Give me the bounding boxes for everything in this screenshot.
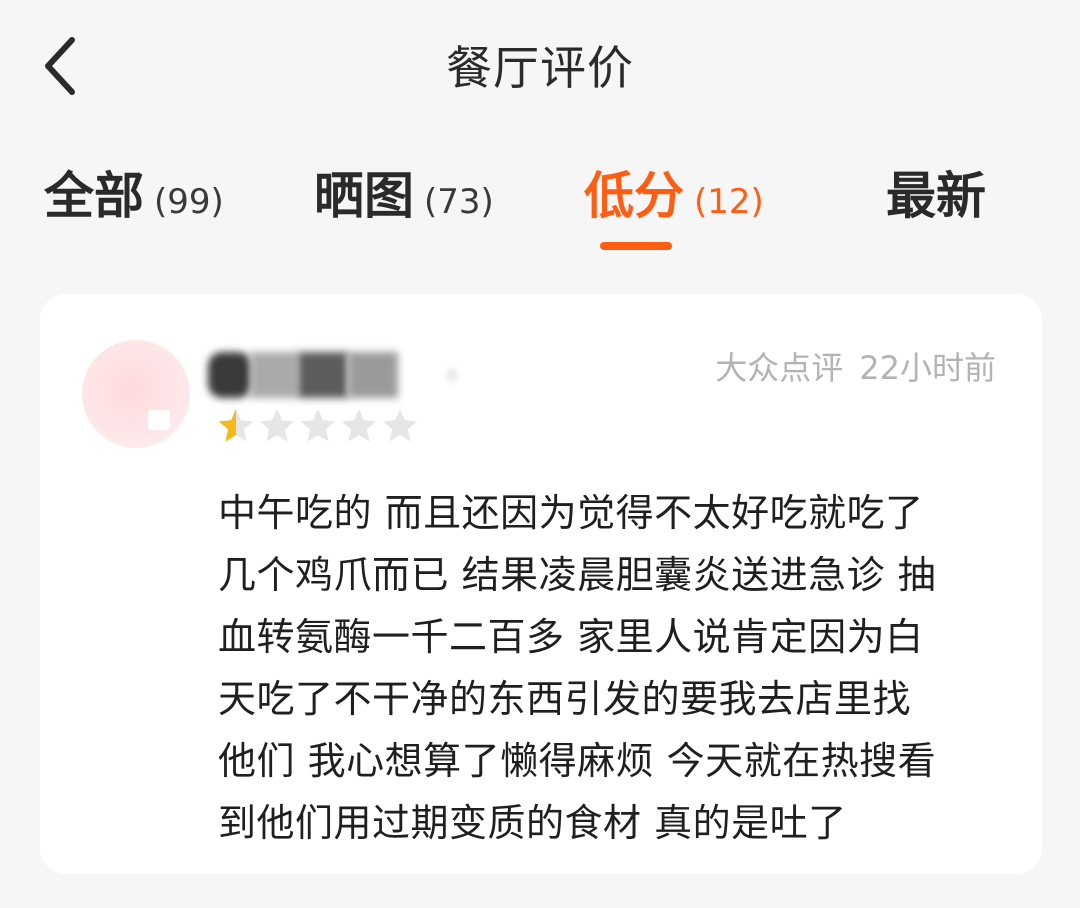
review-filter-tabs: 全部 (99) 晒图 (73) 低分 (12) 最新 <box>0 160 1080 260</box>
star-rating <box>216 406 421 446</box>
blur-segment <box>298 352 348 398</box>
star-empty-icon <box>257 406 297 446</box>
review-text-line: 他们 我心想算了懒得麻烦 今天就在热搜看 <box>218 739 937 783</box>
star-empty-icon <box>380 406 420 446</box>
avatar[interactable] <box>82 340 190 448</box>
username-blurred[interactable] <box>202 352 456 398</box>
blur-segment <box>208 352 252 398</box>
tab-label: 低分 <box>584 167 684 225</box>
review-text-line: 中午吃的 而且还因为觉得不太好吃就吃了 <box>218 491 924 535</box>
review-source: 大众点评 <box>715 349 844 387</box>
tab-count: (99) <box>154 182 224 222</box>
avatar-detail <box>148 410 170 430</box>
star-empty-icon <box>339 406 379 446</box>
tab-label: 最新 <box>886 167 986 225</box>
review-text-line: 几个鸡爪而已 结果凌晨胆囊炎送进急诊 抽 <box>218 553 937 597</box>
tab-label: 全部 <box>44 167 144 225</box>
review-time: 22小时前 <box>859 349 996 387</box>
blur-segment <box>448 370 456 380</box>
star-filled-icon <box>216 406 256 446</box>
tab-latest[interactable]: 最新 <box>886 160 986 260</box>
active-tab-indicator <box>600 242 672 250</box>
tab-count: (73) <box>424 182 494 222</box>
star-empty-icon <box>298 406 338 446</box>
tab-all[interactable]: 全部 (99) <box>44 160 224 260</box>
review-text-line: 血转氨酶一千二百多 家里人说肯定因为白 <box>218 615 924 659</box>
blur-segment <box>348 352 398 398</box>
tab-count: (12) <box>694 182 764 222</box>
review-meta: 大众点评 22小时前 <box>715 346 996 390</box>
tab-label: 晒图 <box>314 167 414 225</box>
tab-photos[interactable]: 晒图 (73) <box>314 160 494 260</box>
review-text: 中午吃的 而且还因为觉得不太好吃就吃了 几个鸡爪而已 结果凌晨胆囊炎送进急诊 抽… <box>218 482 1008 854</box>
header-bar: 餐厅评价 <box>0 0 1080 130</box>
page-title: 餐厅评价 <box>446 41 634 95</box>
tab-low-score[interactable]: 低分 (12) <box>584 160 764 260</box>
review-text-line: 天吃了不干净的东西引发的要我去店里找 <box>218 677 912 721</box>
blur-segment <box>250 352 298 398</box>
review-card: 大众点评 22小时前 中午吃的 而且还因为觉得不太好吃就吃了 几个鸡爪而已 结果凌… <box>40 294 1042 874</box>
review-text-line: 到他们用过期变质的食材 真的是吐了 <box>218 801 847 845</box>
